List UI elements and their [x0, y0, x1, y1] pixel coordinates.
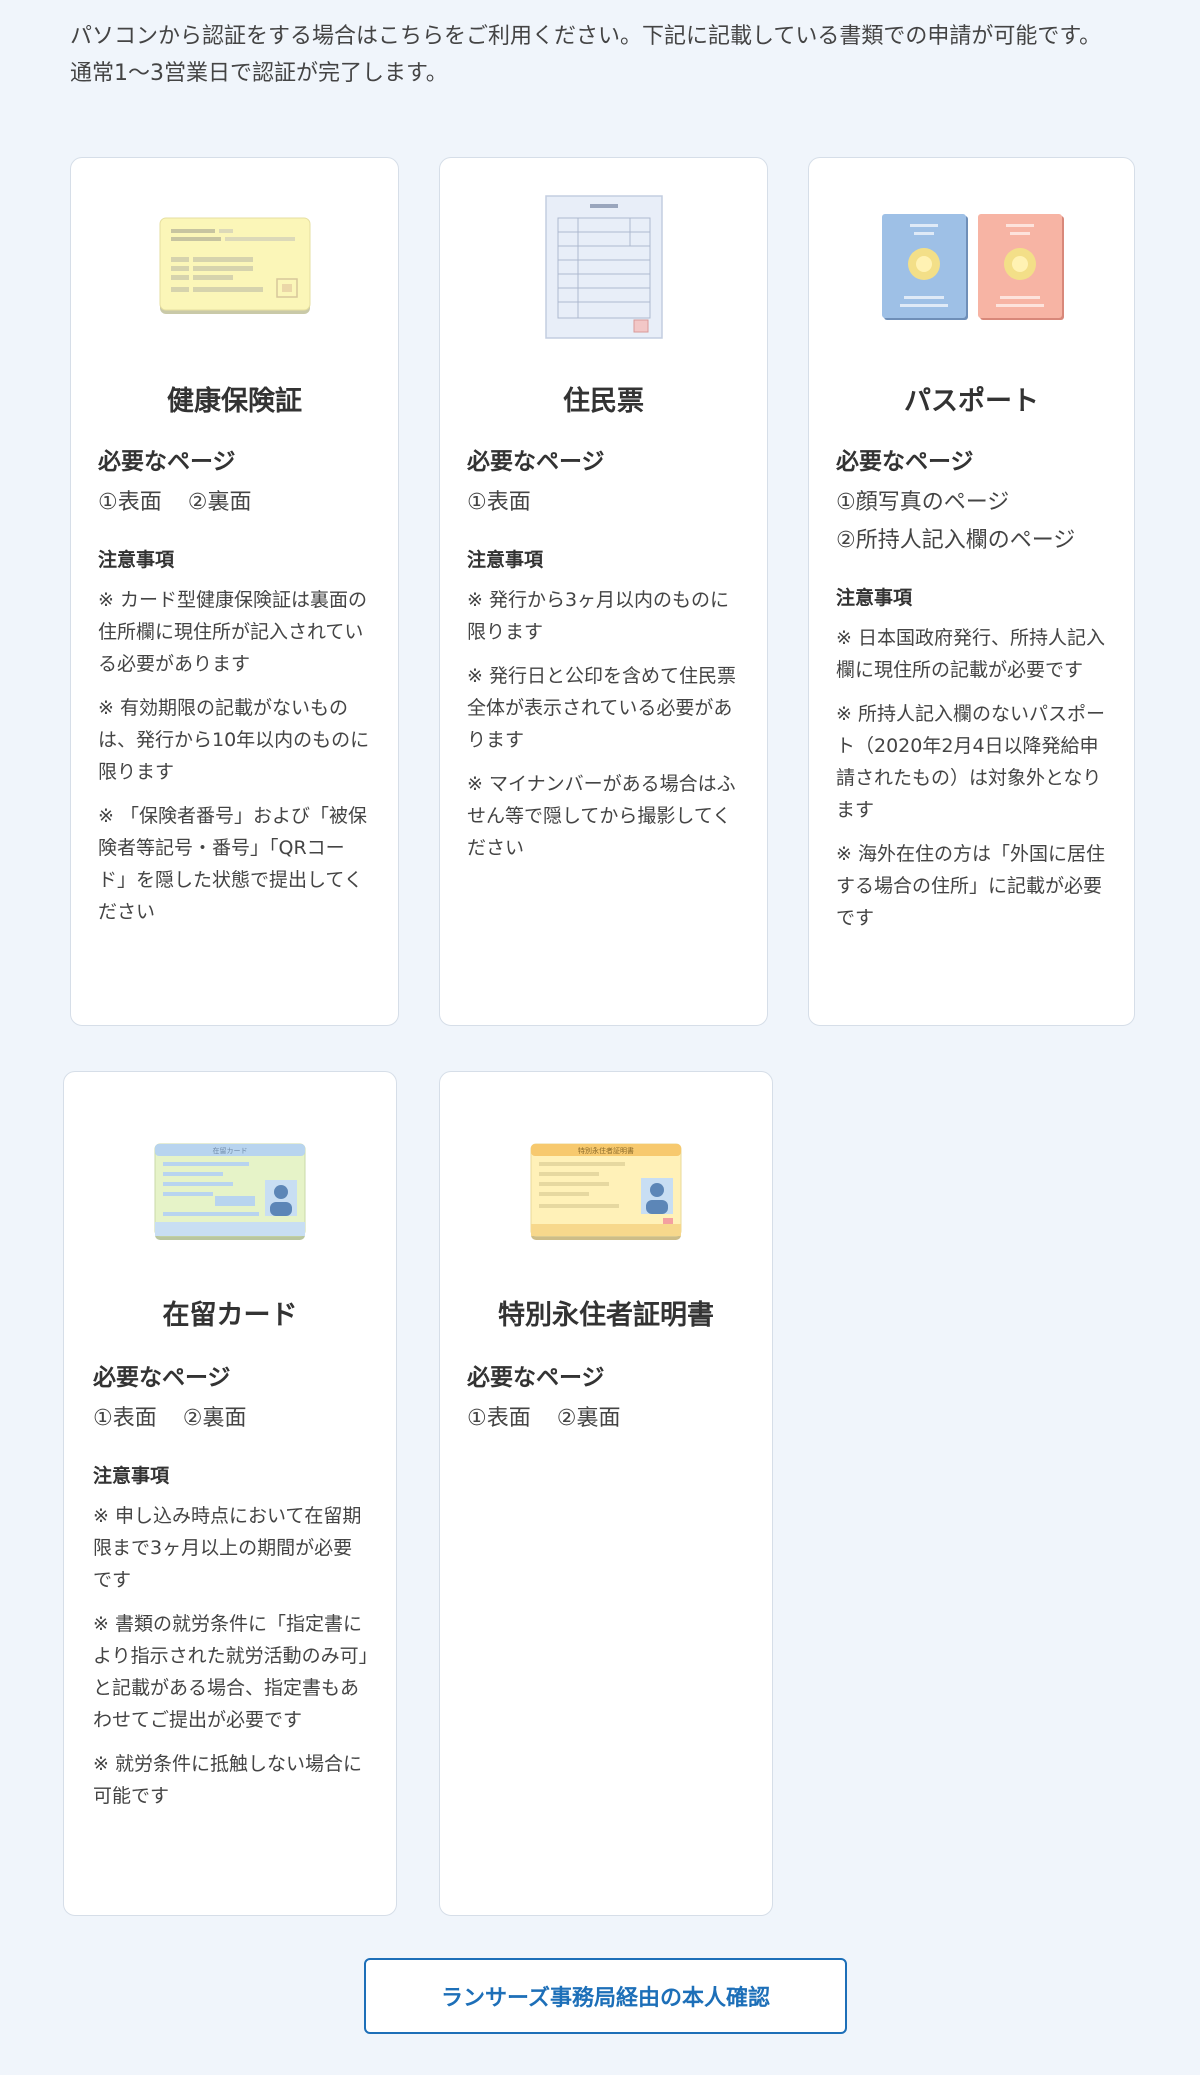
- document-card-special-permanent-resident: 特別永住者証明書 特別永住者証明書 必要なページ ①表面 ②裏面: [439, 1071, 773, 1916]
- resident-certificate-icon: [440, 195, 767, 339]
- note-item: ※ 書類の就労条件に「指定書により指示された就労活動のみ可」と記載がある場合、指…: [93, 1613, 369, 1731]
- page-item: ②裏面: [556, 1406, 621, 1431]
- required-pages-heading: 必要なページ: [467, 449, 605, 475]
- required-pages: ①表面 ②裏面: [93, 1400, 369, 1438]
- document-card-residence-card: 在留カード 在留カード 必要なページ ①表面 ②裏面 注意事項 ※ 申し込み時点に…: [63, 1071, 397, 1916]
- page-item: ①表面: [467, 1406, 531, 1431]
- required-pages-heading: 必要なページ: [93, 1365, 231, 1391]
- note-item: ※ 「保険者番号」および「被保険者等記号・番号」「QRコード」を隠した状態で提出…: [98, 805, 367, 923]
- document-card-passport: パスポート 必要なページ ①顔写真のページ ②所持人記入欄のページ 注意事項 ※…: [808, 157, 1135, 1026]
- lancers-office-verification-button[interactable]: ランサーズ事務局経由の本人確認: [364, 1958, 847, 2034]
- intro-text: パソコンから認証をする場合はこちらをご利用ください。下記に記載している書類での申…: [70, 18, 1140, 92]
- document-card-resident-certificate: 住民票 必要なページ ①表面 注意事項 ※ 発行から3ヶ月以内のものに限ります …: [439, 157, 768, 1026]
- notes-heading: 注意事項: [836, 587, 913, 609]
- required-pages-heading: 必要なページ: [836, 449, 974, 475]
- card-title: パスポート: [904, 386, 1039, 417]
- page-item: ②裏面: [187, 490, 252, 515]
- notes-heading: 注意事項: [93, 1465, 170, 1487]
- card-body: 必要なページ ①表面 ②裏面 注意事項 ※ カード型健康保険証は裏面の住所欄に現住…: [98, 446, 371, 940]
- required-pages-heading: 必要なページ: [467, 1365, 605, 1391]
- note-item: ※ 日本国政府発行、所持人記入欄に現住所の記載が必要です: [836, 627, 1105, 681]
- note-item: ※ マイナンバーがある場合はふせん等で隠してから撮影してください: [467, 773, 736, 859]
- note-item: ※ 海外在住の方は「外国に居住する場合の住所」に記載が必要です: [836, 843, 1105, 929]
- notes-heading: 注意事項: [98, 549, 175, 571]
- notes-heading: 注意事項: [467, 549, 544, 571]
- card-title: 在留カード: [162, 1300, 298, 1331]
- svg-text:特別永住者証明書: 特別永住者証明書: [578, 1146, 634, 1155]
- required-page-1: ①顔写真のページ: [836, 490, 1010, 515]
- identity-verification-page: パソコンから認証をする場合はこちらをご利用ください。下記に記載している書類での申…: [0, 0, 1200, 2075]
- card-body: 必要なページ ①表面 注意事項 ※ 発行から3ヶ月以内のものに限ります ※ 発行…: [467, 446, 740, 876]
- note-item: ※ 就労条件に抵触しない場合に可能です: [93, 1753, 362, 1807]
- card-body: 必要なページ ①顔写真のページ ②所持人記入欄のページ 注意事項 ※ 日本国政府…: [836, 446, 1107, 946]
- page-item: ①表面: [93, 1406, 157, 1431]
- note-item: ※ 所持人記入欄のないパスポート（2020年2月4日以降発給申請されたもの）は対…: [836, 703, 1105, 821]
- required-pages: ①表面 ②裏面: [98, 484, 371, 522]
- note-item: ※ 発行から3ヶ月以内のものに限ります: [467, 589, 730, 643]
- note-item: ※ 申し込み時点において在留期限まで3ヶ月以上の期間が必要です: [93, 1505, 362, 1591]
- card-title: 住民票: [563, 386, 644, 417]
- note-item: ※ 有効期限の記載がないものは、発行から10年以内のものに限ります: [98, 697, 370, 783]
- required-pages: ①表面: [467, 484, 740, 522]
- card-title: 特別永住者証明書: [498, 1300, 714, 1331]
- svg-text:在留カード: 在留カード: [213, 1146, 248, 1155]
- card-body: 必要なページ ①表面 ②裏面 注意事項 ※ 申し込み時点において在留期限まで3ヶ月…: [93, 1362, 369, 1824]
- required-pages-heading: 必要なページ: [98, 449, 236, 475]
- document-card-health-insurance: 健康保険証 必要なページ ①表面 ②裏面 注意事項 ※ カード型健康保険証は裏面の…: [70, 157, 399, 1026]
- required-pages: ①表面 ②裏面: [467, 1400, 745, 1438]
- card-title: 健康保険証: [167, 386, 302, 417]
- note-item: ※ 発行日と公印を含めて住民票全体が表示されている必要があります: [467, 665, 736, 751]
- required-page-2: ②所持人記入欄のページ: [836, 528, 1076, 553]
- page-item: ①表面: [467, 490, 531, 515]
- intro-line-2: 通常1〜3営業日で認証が完了します。: [70, 61, 448, 86]
- page-item: ①表面: [98, 490, 162, 515]
- passport-icon: [809, 202, 1134, 332]
- special-permanent-resident-card-icon: 特別永住者証明書: [440, 1140, 772, 1244]
- page-item: ②裏面: [182, 1406, 247, 1431]
- residence-card-icon: 在留カード: [64, 1140, 396, 1244]
- intro-line-1: パソコンから認証をする場合はこちらをご利用ください。下記に記載している書類での申…: [70, 24, 1102, 49]
- card-body: 必要なページ ①表面 ②裏面: [467, 1362, 745, 1438]
- note-item: ※ カード型健康保険証は裏面の住所欄に現住所が記入されている必要があります: [98, 589, 367, 675]
- health-insurance-card-icon: [71, 202, 398, 332]
